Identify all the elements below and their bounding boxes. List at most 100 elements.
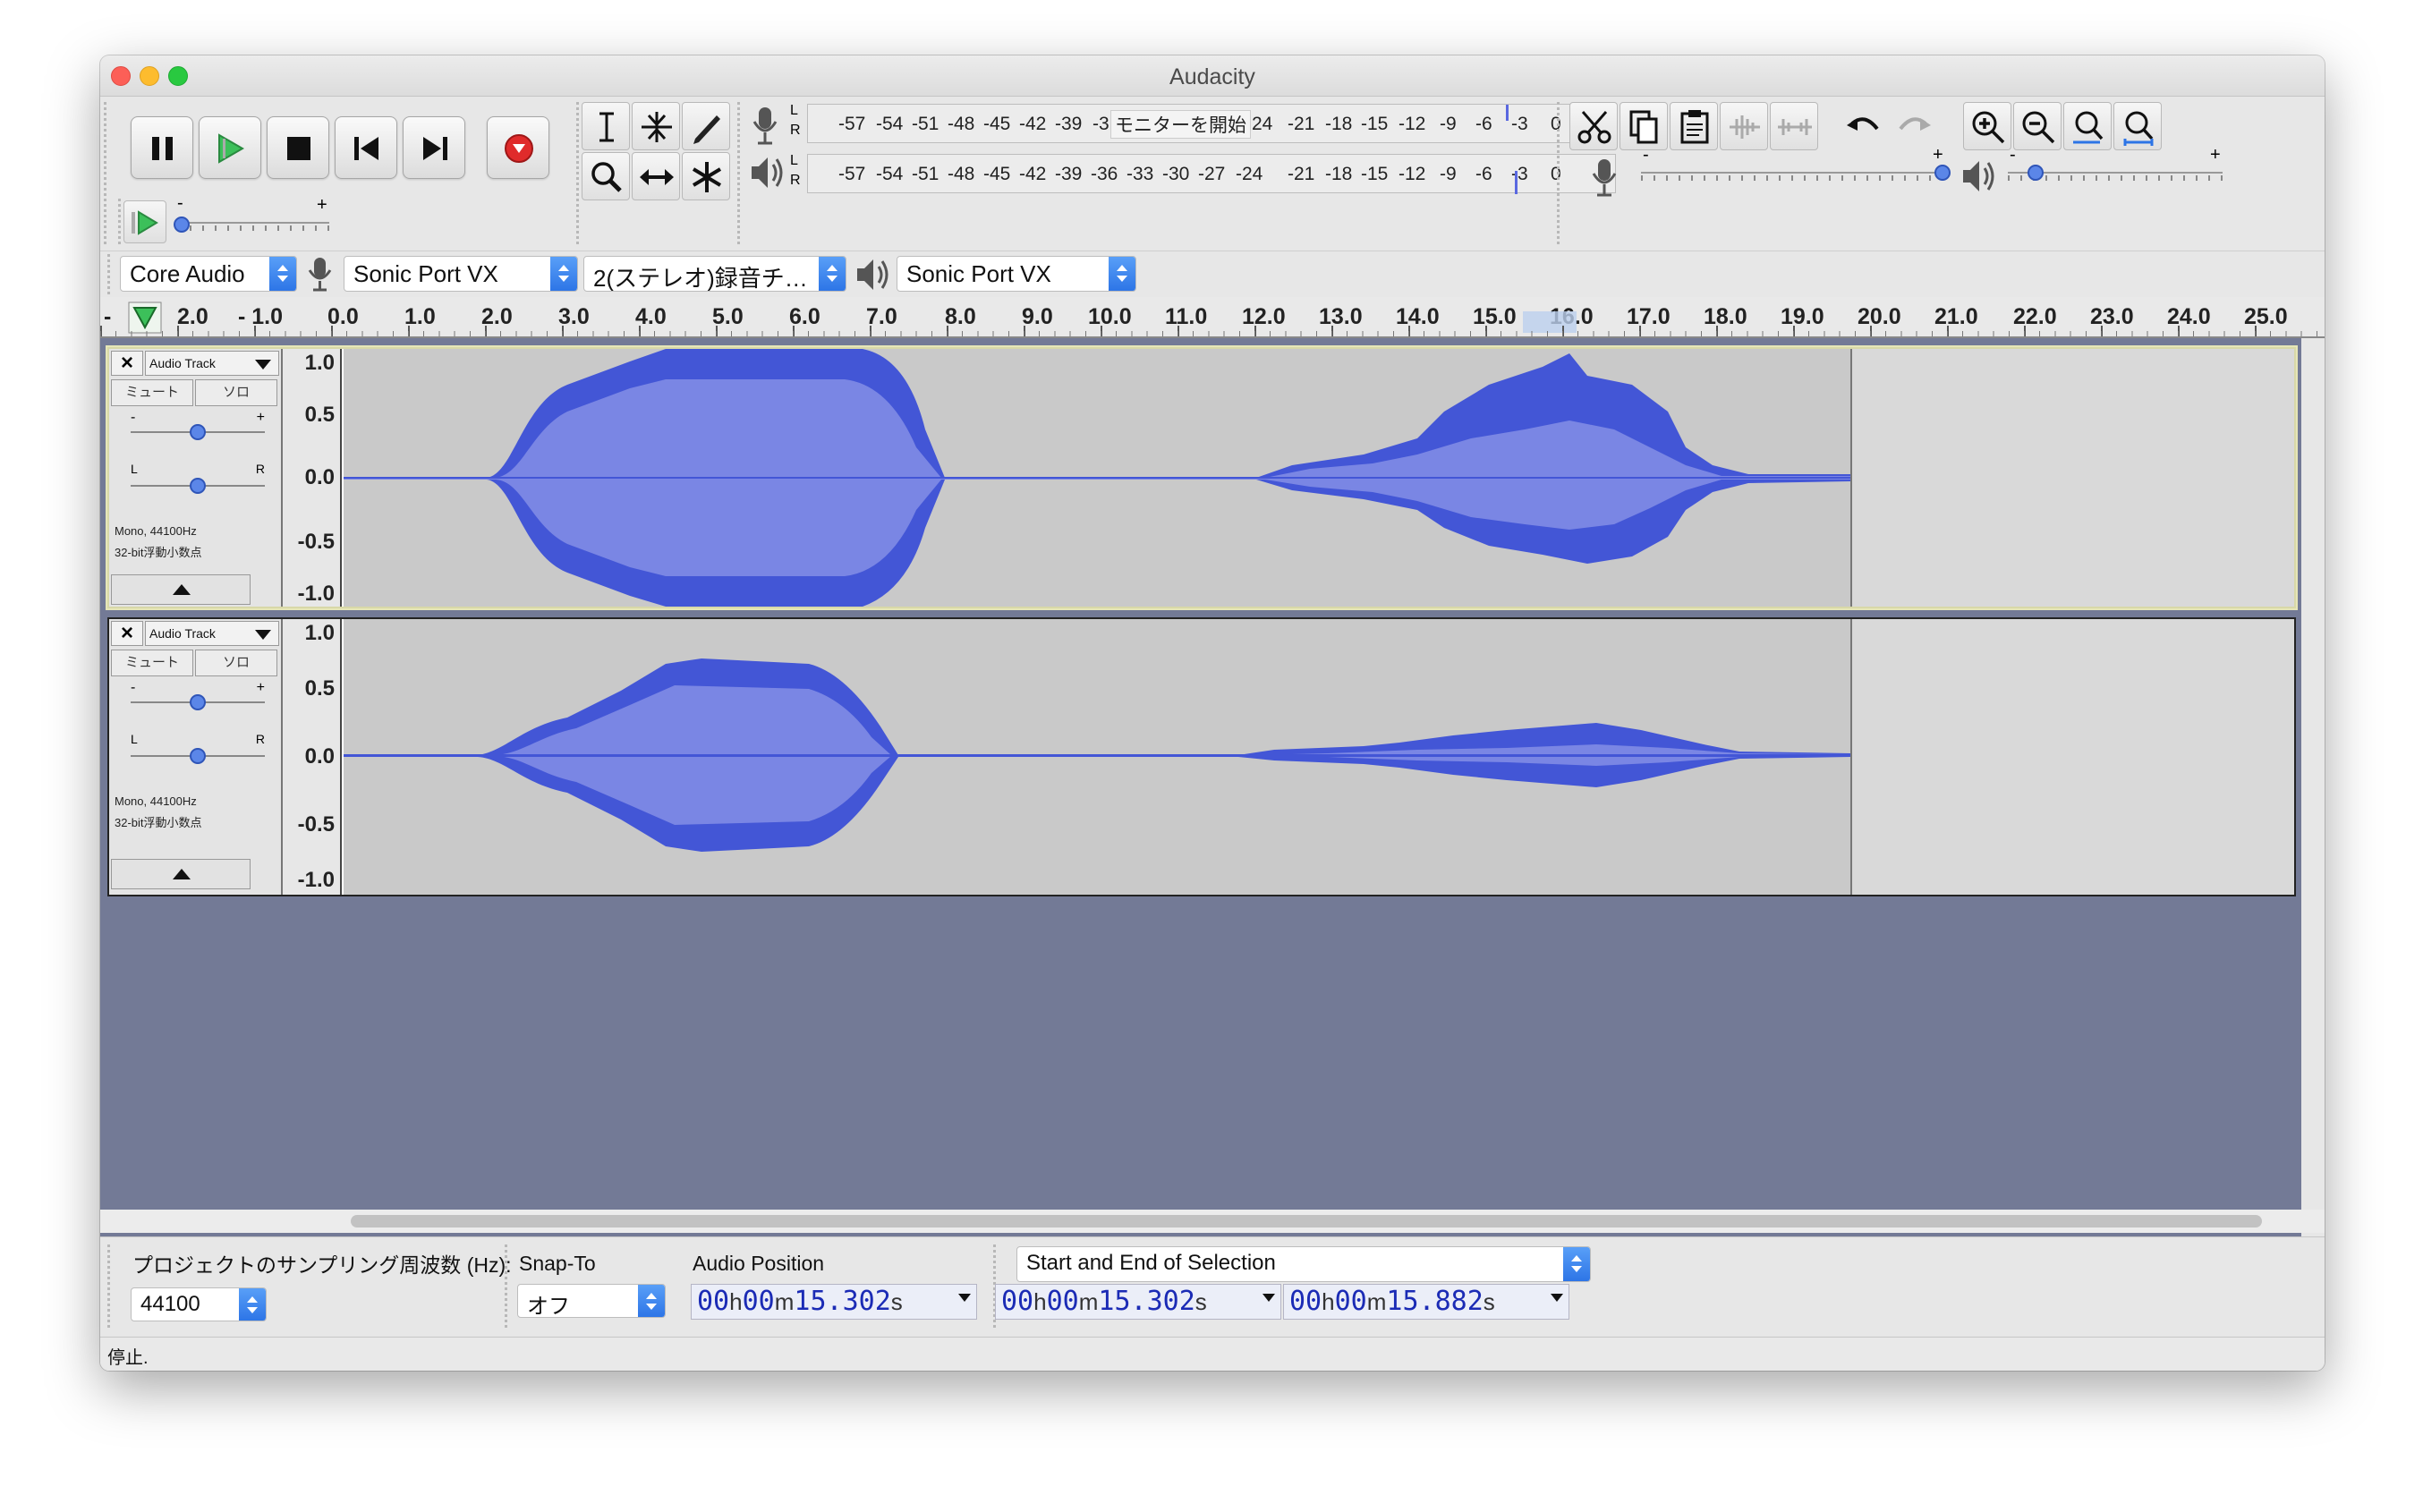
pencil-icon <box>693 115 720 144</box>
mute-button[interactable]: ミュート <box>111 379 193 406</box>
microphone-icon <box>308 258 332 292</box>
draw-tool[interactable] <box>682 102 730 150</box>
play-icon <box>218 133 245 164</box>
speaker-icon[interactable] <box>746 150 786 195</box>
i-beam-icon <box>599 112 614 142</box>
chevron-updown-icon <box>269 257 296 291</box>
monitor-start-label[interactable]: モニターを開始 <box>1110 110 1251 139</box>
zoom-out-button[interactable] <box>2013 102 2062 150</box>
track-empty-region[interactable] <box>1850 619 2294 895</box>
time-shift-tool[interactable] <box>632 152 680 200</box>
toolbar-grabber[interactable] <box>118 199 121 245</box>
playback-volume-icon <box>1963 161 1994 191</box>
toolbar-grabber[interactable] <box>1557 102 1560 245</box>
amplitude-ruler: 1.0 0.5 0.0 -0.5 -1.0 <box>283 619 342 895</box>
skip-to-start-button[interactable] <box>335 116 397 179</box>
horizontal-scrollbar[interactable] <box>100 1210 2325 1233</box>
chevron-updown-icon <box>550 257 577 291</box>
close-track-button[interactable]: × <box>111 351 143 376</box>
record-volume-slider[interactable]: - + <box>1637 145 1951 191</box>
paste-button[interactable] <box>1670 102 1718 150</box>
selection-start-time[interactable]: 00h00m15.302s <box>995 1284 1281 1320</box>
scrollbar-thumb[interactable] <box>351 1215 2262 1227</box>
redo-button[interactable] <box>1890 102 1938 150</box>
clipboard-icon <box>1680 110 1709 144</box>
toolbar-grabber[interactable] <box>104 102 106 245</box>
fit-project-button[interactable] <box>2113 102 2162 150</box>
chevron-updown-icon <box>1563 1247 1590 1281</box>
snap-to-select[interactable]: オフ <box>517 1284 666 1318</box>
silence-button[interactable] <box>1770 102 1818 150</box>
pan-slider[interactable]: L R <box>131 732 265 766</box>
track-empty-region[interactable] <box>1850 349 2294 607</box>
playback-device-select[interactable]: Sonic Port VX <box>897 256 1136 292</box>
mute-button[interactable]: ミュート <box>111 650 193 676</box>
chevron-down-icon <box>1263 1294 1275 1302</box>
track-control-panel[interactable]: × Audio Track ミュート ソロ - + L R Mono, 4410… <box>109 349 283 607</box>
recording-channels-select[interactable]: 2(ステレオ)録音チ… <box>583 256 846 292</box>
selection-tool[interactable] <box>582 102 630 150</box>
fit-project-icon <box>2123 111 2154 146</box>
play-at-speed-button[interactable] <box>123 200 166 243</box>
play-speed-slider[interactable]: - + <box>174 193 335 245</box>
copy-button[interactable] <box>1620 102 1668 150</box>
pan-slider[interactable]: L R <box>131 462 265 496</box>
toolbar-grabber[interactable] <box>576 102 579 245</box>
microphone-icon[interactable] <box>748 104 784 149</box>
solo-button[interactable]: ソロ <box>195 379 277 406</box>
selection-end-time[interactable]: 00h00m15.882s <box>1283 1284 1569 1320</box>
zoom-tool[interactable] <box>582 152 630 200</box>
stop-icon <box>287 137 310 160</box>
pause-button[interactable] <box>131 116 193 179</box>
waveform-track-1[interactable] <box>344 349 1850 607</box>
playback-meter[interactable]: L R -57 -54 -51 -48 -45 -42 -39 -36 -33 … <box>790 153 1616 194</box>
playback-volume-slider[interactable]: - + <box>2004 145 2228 191</box>
record-meter[interactable]: L R -57 -54 -51 -48 -45 -42 -39 -3 モニターを… <box>790 103 1616 143</box>
audio-position-label: Audio Position <box>693 1252 825 1275</box>
collapse-track-button[interactable] <box>111 859 251 889</box>
audio-position-time[interactable]: 00h00m15.302s <box>691 1284 977 1320</box>
track-control-panel[interactable]: × Audio Track ミュート ソロ - + L R Mono, 4410… <box>109 619 283 895</box>
audio-host-select[interactable]: Core Audio <box>120 256 297 292</box>
toolbar-grabber[interactable] <box>107 1244 110 1330</box>
trim-button[interactable] <box>1720 102 1768 150</box>
recording-device-select[interactable]: Sonic Port VX <box>344 256 578 292</box>
track-name-menu[interactable]: Audio Track <box>145 351 279 376</box>
cut-button[interactable] <box>1569 102 1618 150</box>
status-bar: 停止. <box>100 1337 2325 1371</box>
play-at-speed-icon <box>132 210 158 235</box>
zoom-in-button[interactable] <box>1963 102 2011 150</box>
silence-audio-icon <box>1778 119 1812 135</box>
selection-toolbar: プロジェクトのサンプリング周波数 (Hz): 44100 Snap-To オフ … <box>100 1236 2325 1337</box>
solo-button[interactable]: ソロ <box>195 650 277 676</box>
audio-track-2[interactable]: × Audio Track ミュート ソロ - + L R Mono, 4410… <box>107 617 2296 896</box>
project-rate-select[interactable]: 44100 <box>131 1287 267 1321</box>
toolbar-grabber[interactable] <box>107 254 110 295</box>
waveform-track-2[interactable] <box>344 619 1850 895</box>
gain-slider[interactable]: - + <box>131 410 265 442</box>
skip-to-start-icon <box>354 137 378 160</box>
toolbar-grabber[interactable] <box>737 102 740 245</box>
pause-icon <box>152 137 173 160</box>
track-area[interactable]: × Audio Track ミュート ソロ - + L R Mono, 4410… <box>100 338 2301 1260</box>
amplitude-ruler: 1.0 0.5 0.0 -0.5 -1.0 <box>283 349 342 607</box>
skip-to-end-button[interactable] <box>403 116 465 179</box>
record-button[interactable] <box>487 116 549 179</box>
undo-button[interactable] <box>1840 102 1888 150</box>
selection-mode-select[interactable]: Start and End of Selection <box>1016 1246 1591 1282</box>
stop-button[interactable] <box>267 116 329 179</box>
timeline-ruler[interactable]: - 2.0 - 1.0 0.0 1.0 2.0 3.0 4.0 5.0 6.0 … <box>100 297 2325 338</box>
envelope-tool[interactable] <box>632 102 680 150</box>
record-icon <box>505 134 533 163</box>
chevron-updown-icon <box>819 257 846 291</box>
window-title: Audacity <box>1169 64 1255 89</box>
track-name-menu[interactable]: Audio Track <box>145 621 279 646</box>
snap-to-label: Snap-To <box>519 1252 596 1275</box>
close-track-button[interactable]: × <box>111 621 143 646</box>
collapse-track-button[interactable] <box>111 574 251 605</box>
multi-tool[interactable] <box>682 152 730 200</box>
audio-track-1[interactable]: × Audio Track ミュート ソロ - + L R Mono, 4410… <box>107 347 2296 608</box>
gain-slider[interactable]: - + <box>131 680 265 712</box>
fit-selection-button[interactable] <box>2063 102 2112 150</box>
play-button[interactable] <box>199 116 261 179</box>
